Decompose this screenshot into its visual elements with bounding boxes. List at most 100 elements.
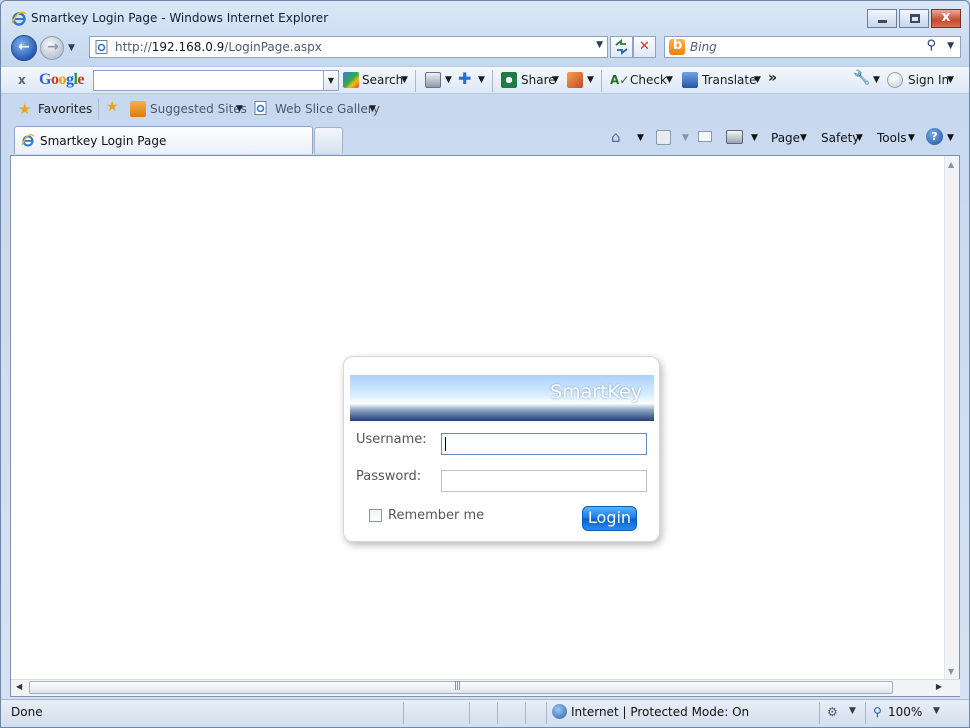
remember-me-checkbox[interactable] <box>369 509 382 522</box>
tab-row: Smartkey Login Page ⌂ ▼ ▼ ▼ Page ▼ Safet… <box>1 122 969 154</box>
help-icon[interactable]: ? <box>926 128 943 145</box>
google-search-dropdown[interactable]: ▼ <box>323 71 338 90</box>
stop-button[interactable]: ✕ <box>633 36 656 58</box>
login-banner: SmartKey <box>350 375 654 421</box>
minimize-icon <box>878 20 887 23</box>
search-dropdown-icon[interactable]: ▼ <box>401 75 408 85</box>
spellcheck-icon: A✓ <box>610 73 630 87</box>
suggested-sites-icon <box>130 101 146 117</box>
share-button[interactable]: Share <box>521 73 556 87</box>
vertical-scrollbar[interactable]: ▲ ▼ <box>944 156 959 680</box>
minimize-button[interactable] <box>867 9 897 28</box>
safety-dropdown-icon[interactable]: ▼ <box>856 133 863 143</box>
sidewiki-dropdown-icon[interactable]: ▼ <box>587 75 594 85</box>
sign-in-dropdown-icon[interactable]: ▼ <box>947 75 954 85</box>
search-options-dropdown[interactable]: ▼ <box>947 41 954 51</box>
status-separator <box>546 702 547 724</box>
sidewiki-icon[interactable] <box>567 72 583 88</box>
home-dropdown-icon[interactable]: ▼ <box>637 133 644 143</box>
toolbar-close-button[interactable]: x <box>18 73 26 87</box>
page-viewport: SmartKey Username: Password: Remember me… <box>10 155 960 697</box>
horizontal-scroll-thumb[interactable]: ||| <box>29 681 893 694</box>
popup-dropdown-icon[interactable]: ▼ <box>445 75 452 85</box>
brand-title: SmartKey <box>550 381 642 403</box>
address-dropdown-icon[interactable]: ▼ <box>596 40 603 50</box>
forward-button[interactable]: → <box>40 36 64 60</box>
security-zone[interactable]: Internet | Protected Mode: On <box>571 705 749 719</box>
web-slice-gallery-link[interactable]: Web Slice Gallery <box>275 102 380 116</box>
back-button[interactable]: ← <box>11 35 37 61</box>
translate-button[interactable]: Translate <box>702 73 757 87</box>
tab-smartkey-login[interactable]: Smartkey Login Page <box>14 126 313 154</box>
back-arrow-icon: ← <box>18 39 30 55</box>
zoom-dropdown-icon[interactable]: ▼ <box>933 706 940 716</box>
add-dropdown-icon[interactable]: ▼ <box>478 75 485 85</box>
share-dropdown-icon[interactable]: ▼ <box>552 75 559 85</box>
username-input[interactable] <box>441 433 647 455</box>
more-tools-chevron[interactable]: » <box>768 70 777 86</box>
print-icon[interactable] <box>726 130 743 144</box>
tools-dropdown-icon[interactable]: ▼ <box>908 133 915 143</box>
search-input[interactable]: Bing ⚲ ▼ <box>664 36 961 58</box>
login-button[interactable]: Login <box>582 506 637 531</box>
add-button-icon[interactable]: ✚ <box>458 69 471 88</box>
safety-menu[interactable]: Safety <box>821 131 859 145</box>
favorites-button[interactable]: Favorites <box>38 102 92 116</box>
horizontal-scrollbar[interactable]: ◀ ||| ▶ <box>11 679 960 696</box>
search-magnifier-icon[interactable]: ⚲ <box>926 38 936 53</box>
toolbar-separator <box>492 70 493 92</box>
protected-mode-dropdown-icon[interactable]: ▼ <box>849 706 856 716</box>
sign-in-button[interactable]: Sign In <box>908 73 949 87</box>
address-url[interactable]: http://192.168.0.9/LoginPage.aspx <box>115 40 322 54</box>
zoom-level[interactable]: 100% <box>888 705 922 719</box>
scroll-left-arrow[interactable]: ◀ <box>16 682 22 691</box>
tools-menu[interactable]: Tools <box>877 131 907 145</box>
scroll-right-arrow[interactable]: ▶ <box>936 682 942 691</box>
suggested-sites-link[interactable]: Suggested Sites <box>150 102 247 116</box>
scroll-up-arrow[interactable]: ▲ <box>948 160 954 169</box>
mail-icon[interactable] <box>698 131 712 142</box>
check-dropdown-icon[interactable]: ▼ <box>666 75 673 85</box>
page-dropdown-icon[interactable]: ▼ <box>800 133 807 143</box>
help-dropdown-icon[interactable]: ▼ <box>947 133 954 143</box>
browser-window: Smartkey Login Page - Windows Internet E… <box>0 0 970 728</box>
close-button[interactable]: x <box>931 9 961 28</box>
favorites-bar: ★ Favorites ★ Suggested Sites ▼ Web Slic… <box>1 96 969 122</box>
favorites-star-icon: ★ <box>18 100 32 118</box>
print-dropdown-icon[interactable]: ▼ <box>751 133 758 143</box>
status-bar: Done Internet | Protected Mode: On ⚙ ▼ ⚲… <box>1 699 969 727</box>
favbar-separator <box>98 98 99 120</box>
maximize-icon <box>910 14 920 23</box>
password-input[interactable] <box>441 470 647 492</box>
status-separator <box>819 702 820 724</box>
address-bar[interactable]: http://192.168.0.9/LoginPage.aspx ▼ <box>89 36 608 58</box>
refresh-button[interactable] <box>610 36 633 58</box>
protected-mode-icon[interactable]: ⚙ <box>827 705 838 719</box>
translate-dropdown-icon[interactable]: ▼ <box>754 75 761 85</box>
page-icon <box>95 40 108 54</box>
google-search-icon <box>343 72 359 88</box>
status-separator <box>525 702 526 724</box>
google-search-button[interactable]: Search <box>362 73 403 87</box>
add-to-favorites-icon[interactable]: ★ <box>106 99 119 115</box>
status-separator <box>403 702 404 724</box>
web-slice-dropdown-icon[interactable]: ▼ <box>369 104 376 114</box>
page-menu[interactable]: Page <box>771 131 800 145</box>
recent-pages-dropdown[interactable]: ▼ <box>68 43 80 53</box>
wrench-icon[interactable]: 🔧 <box>853 70 870 86</box>
tab-label: Smartkey Login Page <box>40 134 167 148</box>
google-search-input[interactable]: ▼ <box>93 70 339 91</box>
suggested-sites-dropdown-icon[interactable]: ▼ <box>236 104 243 114</box>
feeds-icon[interactable] <box>656 130 671 145</box>
maximize-button[interactable] <box>899 9 929 28</box>
settings-dropdown-icon[interactable]: ▼ <box>873 75 880 85</box>
login-panel: SmartKey Username: Password: Remember me… <box>343 356 660 542</box>
close-icon: x <box>941 9 951 25</box>
new-tab-button[interactable] <box>314 127 343 153</box>
remember-me-label[interactable]: Remember me <box>388 508 484 523</box>
scroll-down-arrow[interactable]: ▼ <box>948 667 954 676</box>
feeds-dropdown-icon[interactable]: ▼ <box>682 133 689 143</box>
popup-blocker-icon[interactable] <box>425 72 441 88</box>
home-icon[interactable]: ⌂ <box>611 128 621 146</box>
check-button[interactable]: Check <box>630 73 667 87</box>
